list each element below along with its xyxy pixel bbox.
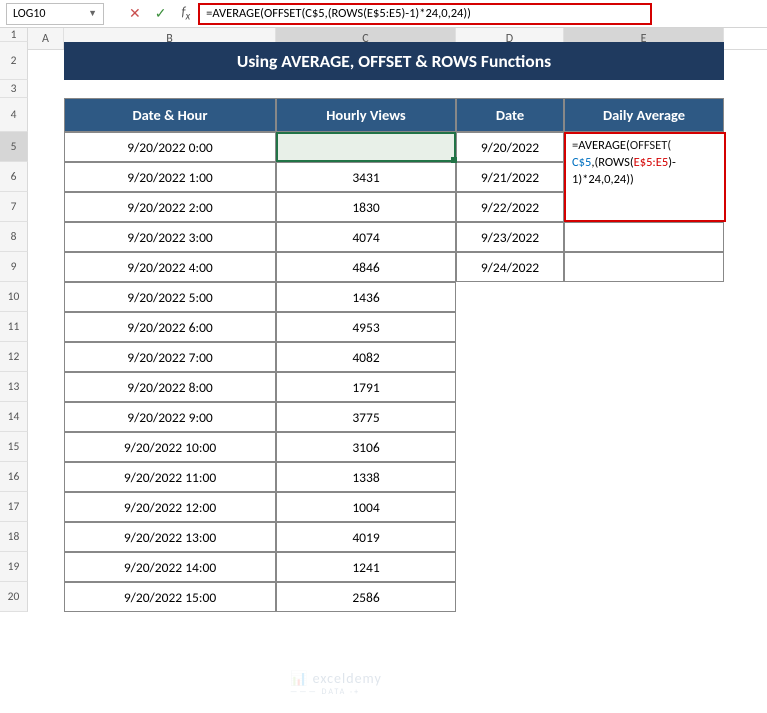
table-row[interactable]: 9/20/2022 15:002586 [64, 582, 724, 612]
table-row[interactable]: 9/20/2022 10:003106 [64, 432, 724, 462]
cell-date-hour[interactable]: 9/20/2022 5:00 [64, 282, 276, 312]
page-title: Using AVERAGE, OFFSET & ROWS Functions [64, 42, 724, 80]
cancel-icon[interactable]: ✕ [122, 5, 148, 22]
cell-date-hour[interactable]: 9/20/2022 3:00 [64, 222, 276, 252]
cell-hourly-views[interactable]: 1323 [276, 132, 456, 162]
table-row[interactable]: 9/20/2022 7:004082 [64, 342, 724, 372]
cell-hourly-views[interactable]: 1241 [276, 552, 456, 582]
chevron-down-icon[interactable]: ▼ [88, 8, 97, 19]
cell-date-hour[interactable]: 9/20/2022 2:00 [64, 192, 276, 222]
cell-date-hour[interactable]: 9/20/2022 13:00 [64, 522, 276, 552]
row-header-15[interactable]: 15 [0, 432, 28, 462]
row-header-14[interactable]: 14 [0, 402, 28, 432]
row-header-1[interactable]: 1 [0, 28, 28, 42]
cell-hourly-views[interactable]: 3775 [276, 402, 456, 432]
cell-date-hour[interactable]: 9/20/2022 10:00 [64, 432, 276, 462]
formula-ref-e5: E$5:E5 [634, 155, 669, 170]
cell-date-hour[interactable]: 9/20/2022 14:00 [64, 552, 276, 582]
cell-hourly-views[interactable]: 1004 [276, 492, 456, 522]
name-box-text: LOG10 [13, 7, 45, 21]
confirm-icon[interactable]: ✓ [148, 5, 174, 22]
table-header-row: Date & Hour Hourly Views Date Daily Aver… [64, 98, 724, 132]
spreadsheet-grid[interactable]: A B C D E 1 2 3 4 5 6 7 8 9 10 11 12 13 … [0, 28, 767, 50]
row-header-16[interactable]: 16 [0, 462, 28, 492]
cell-daily-average[interactable] [564, 222, 724, 252]
cell-hourly-views[interactable]: 4019 [276, 522, 456, 552]
table-row[interactable]: 9/20/2022 14:001241 [64, 552, 724, 582]
formula-part-tail: 1)*24,0,24)) [572, 172, 634, 187]
cell-edit-overlay[interactable]: =AVERAGE(OFFSET( C$5,(ROWS(E$5:E5)- 1)*2… [564, 132, 726, 222]
header-hourly-views: Hourly Views [276, 98, 456, 132]
cell-date-hour[interactable]: 9/20/2022 15:00 [64, 582, 276, 612]
cell-date-hour[interactable]: 9/20/2022 9:00 [64, 402, 276, 432]
cell-hourly-views[interactable]: 4082 [276, 342, 456, 372]
cell-date-hour[interactable]: 9/20/2022 11:00 [64, 462, 276, 492]
row-header-6[interactable]: 6 [0, 162, 28, 192]
cell-date-hour[interactable]: 9/20/2022 4:00 [64, 252, 276, 282]
formula-ref-c5: C$5 [572, 155, 591, 170]
cell-date[interactable]: 9/24/2022 [456, 252, 564, 282]
row-header-5[interactable]: 5 [0, 132, 28, 162]
cell-date-hour[interactable]: 9/20/2022 6:00 [64, 312, 276, 342]
cell-daily-average[interactable] [564, 252, 724, 282]
row-header-11[interactable]: 11 [0, 312, 28, 342]
cell-hourly-views[interactable]: 4953 [276, 312, 456, 342]
formula-part-close1: )- [668, 155, 676, 170]
row-header-9[interactable]: 9 [0, 252, 28, 282]
row-header-4[interactable]: 4 [0, 98, 28, 132]
table-row[interactable]: 9/20/2022 6:004953 [64, 312, 724, 342]
formula-bar-row: LOG10 ▼ ✕ ✓ fx =AVERAGE(OFFSET(C$5,(ROWS… [0, 0, 767, 28]
cell-date[interactable]: 9/20/2022 [456, 132, 564, 162]
row-header-18[interactable]: 18 [0, 522, 28, 552]
row-header-3[interactable]: 3 [0, 80, 28, 98]
formula-bar-text: =AVERAGE(OFFSET(C$5,(ROWS(E$5:E5)-1)*24,… [206, 6, 471, 21]
cell-hourly-views[interactable]: 1830 [276, 192, 456, 222]
row-header-20[interactable]: 20 [0, 582, 28, 612]
row-header-13[interactable]: 13 [0, 372, 28, 402]
table-row[interactable]: 9/20/2022 11:001338 [64, 462, 724, 492]
fx-icon[interactable]: fx [173, 5, 198, 23]
cell-date-hour[interactable]: 9/20/2022 0:00 [64, 132, 276, 162]
table-row[interactable]: 9/20/2022 12:001004 [64, 492, 724, 522]
cell-date-hour[interactable]: 9/20/2022 12:00 [64, 492, 276, 522]
row-headers: 1 2 3 4 5 6 7 8 9 10 11 12 13 14 15 16 1… [0, 28, 28, 612]
table-row[interactable]: 9/20/2022 3:0040749/23/2022 [64, 222, 724, 252]
row-header-2[interactable]: 2 [0, 42, 28, 80]
cell-hourly-views[interactable]: 3431 [276, 162, 456, 192]
row-header-8[interactable]: 8 [0, 222, 28, 252]
formula-part-rows: ,(ROWS( [591, 155, 633, 170]
header-date-hour: Date & Hour [64, 98, 276, 132]
row-header-17[interactable]: 17 [0, 492, 28, 522]
cell-date[interactable]: 9/23/2022 [456, 222, 564, 252]
cell-date[interactable]: 9/22/2022 [456, 192, 564, 222]
cell-hourly-views[interactable]: 1791 [276, 372, 456, 402]
table-row[interactable]: 9/20/2022 8:001791 [64, 372, 724, 402]
table-row[interactable]: 9/20/2022 4:0048469/24/2022 [64, 252, 724, 282]
row-header-7[interactable]: 7 [0, 192, 28, 222]
table-row[interactable]: 9/20/2022 5:001436 [64, 282, 724, 312]
table-row[interactable]: 9/20/2022 13:004019 [64, 522, 724, 552]
cell-hourly-views[interactable]: 1338 [276, 462, 456, 492]
header-date: Date [456, 98, 564, 132]
cell-hourly-views[interactable]: 2586 [276, 582, 456, 612]
name-box[interactable]: LOG10 ▼ [6, 3, 104, 25]
cell-hourly-views[interactable]: 4074 [276, 222, 456, 252]
row-header-12[interactable]: 12 [0, 342, 28, 372]
cell-date-hour[interactable]: 9/20/2022 8:00 [64, 372, 276, 402]
table-row[interactable]: 9/20/2022 9:003775 [64, 402, 724, 432]
formula-part-offset: OFFSET( [630, 138, 671, 153]
formula-part-average: =AVERAGE( [572, 138, 630, 153]
cell-hourly-views[interactable]: 4846 [276, 252, 456, 282]
row-header-19[interactable]: 19 [0, 552, 28, 582]
cell-hourly-views[interactable]: 1436 [276, 282, 456, 312]
cell-date[interactable]: 9/21/2022 [456, 162, 564, 192]
row-header-10[interactable]: 10 [0, 282, 28, 312]
header-daily-average: Daily Average [564, 98, 724, 132]
formula-bar[interactable]: =AVERAGE(OFFSET(C$5,(ROWS(E$5:E5)-1)*24,… [198, 3, 652, 25]
col-header-A[interactable]: A [28, 28, 64, 49]
cell-hourly-views[interactable]: 3106 [276, 432, 456, 462]
cell-date-hour[interactable]: 9/20/2022 7:00 [64, 342, 276, 372]
watermark: 📊 exceldemy ——— DATA ·+ [290, 670, 382, 697]
cell-date-hour[interactable]: 9/20/2022 1:00 [64, 162, 276, 192]
